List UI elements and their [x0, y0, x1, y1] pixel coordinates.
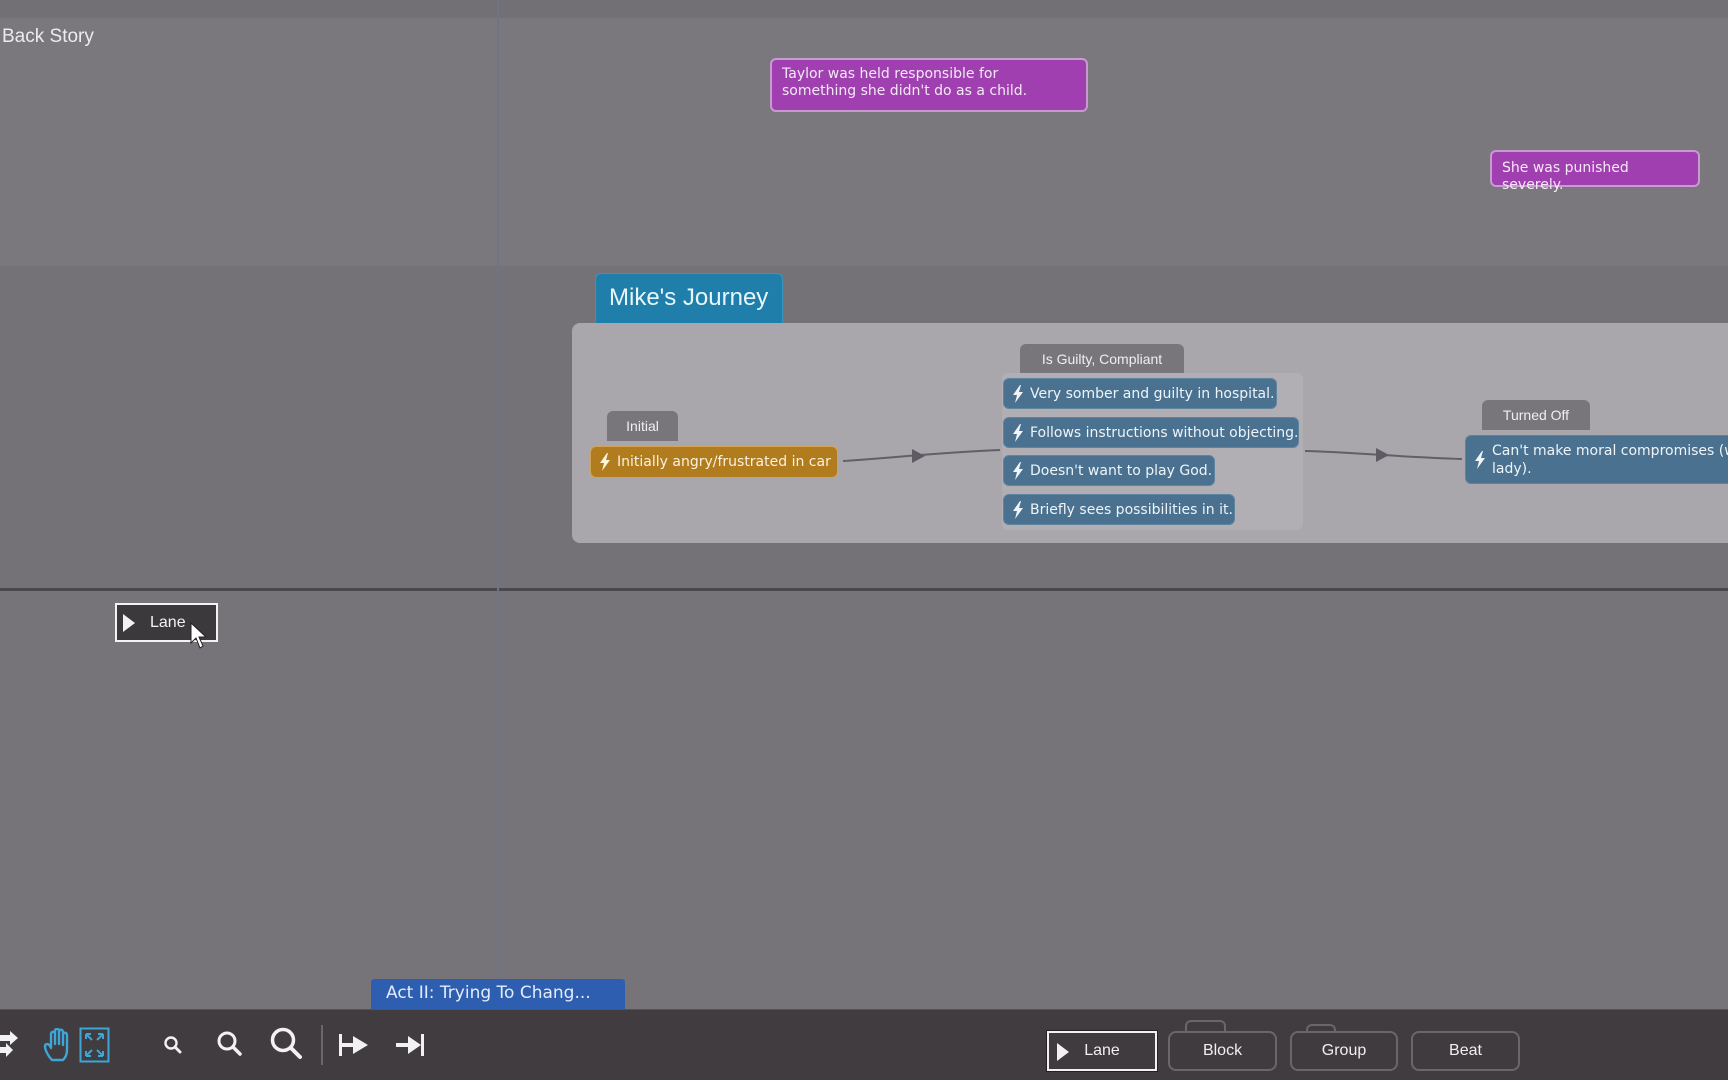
arrowhead [1376, 448, 1389, 462]
group-label: Is Guilty, Compliant [1041, 351, 1163, 367]
beat-card[interactable]: Doesn't want to play God. [1003, 455, 1215, 486]
act-marker-label[interactable]: Act II: Trying To Chang... [371, 979, 625, 1009]
add-lane-label: Lane [1084, 1042, 1120, 1059]
mouse-cursor-icon [190, 622, 208, 649]
arrowhead [912, 449, 925, 463]
beat-text: Briefly sees possibilities in it. [1030, 501, 1233, 518]
swap-arrows-icon[interactable] [0, 1030, 20, 1060]
beat-text: Follows instructions without objecting. [1030, 424, 1299, 441]
add-lane-button[interactable]: Lane [1046, 1030, 1158, 1072]
beat-card[interactable]: Very somber and guilty in hospital. [1003, 378, 1277, 409]
lightning-icon [1475, 450, 1485, 469]
add-block-button[interactable]: Block [1168, 1031, 1277, 1071]
add-beat-label: Beat [1449, 1042, 1482, 1059]
act-marker-text: Act II: Trying To Chang... [386, 983, 591, 1003]
jump-to-end-icon[interactable] [395, 1033, 427, 1057]
hand-pan-icon[interactable] [43, 1028, 75, 1062]
beat-text: Very somber and guilty in hospital. [1030, 385, 1275, 402]
beat-text-line: lady). [1492, 461, 1532, 477]
group-tab-is-guilty[interactable]: Is Guilty, Compliant [1020, 344, 1184, 374]
fit-to-screen-icon[interactable] [79, 1027, 110, 1063]
zoom-small-icon[interactable] [163, 1035, 183, 1055]
play-triangle-icon [123, 614, 135, 632]
lightning-icon [1013, 423, 1023, 442]
lightning-icon [1013, 461, 1023, 480]
add-block-label: Block [1202, 1042, 1243, 1059]
group-tab-turned-off[interactable]: Turned Off [1482, 400, 1590, 430]
toolbar-divider [321, 1025, 323, 1065]
zoom-medium-icon[interactable] [216, 1030, 244, 1058]
add-beat-button[interactable]: Beat [1411, 1031, 1520, 1071]
beat-card[interactable]: Follows instructions without objecting. [1003, 417, 1299, 448]
beat-text: Doesn't want to play God. [1030, 462, 1213, 479]
zoom-large-icon[interactable] [269, 1026, 305, 1062]
lightning-icon [1013, 500, 1023, 519]
add-group-button[interactable]: Group [1290, 1031, 1398, 1071]
beat-card[interactable]: Can't make moral compromises (w lady). [1465, 435, 1728, 484]
group-label: Turned Off [1502, 407, 1570, 423]
play-triangle-icon [1057, 1043, 1069, 1061]
lightning-icon [1013, 384, 1023, 403]
step-to-start-icon[interactable] [338, 1033, 370, 1057]
connector-arrows [842, 448, 1463, 463]
beat-text-line: Can't make moral compromises (w [1492, 443, 1728, 459]
add-group-label: Group [1321, 1042, 1367, 1059]
drag-ghost-label: Lane [150, 614, 186, 631]
beat-card[interactable]: Briefly sees possibilities in it. [1003, 494, 1235, 525]
